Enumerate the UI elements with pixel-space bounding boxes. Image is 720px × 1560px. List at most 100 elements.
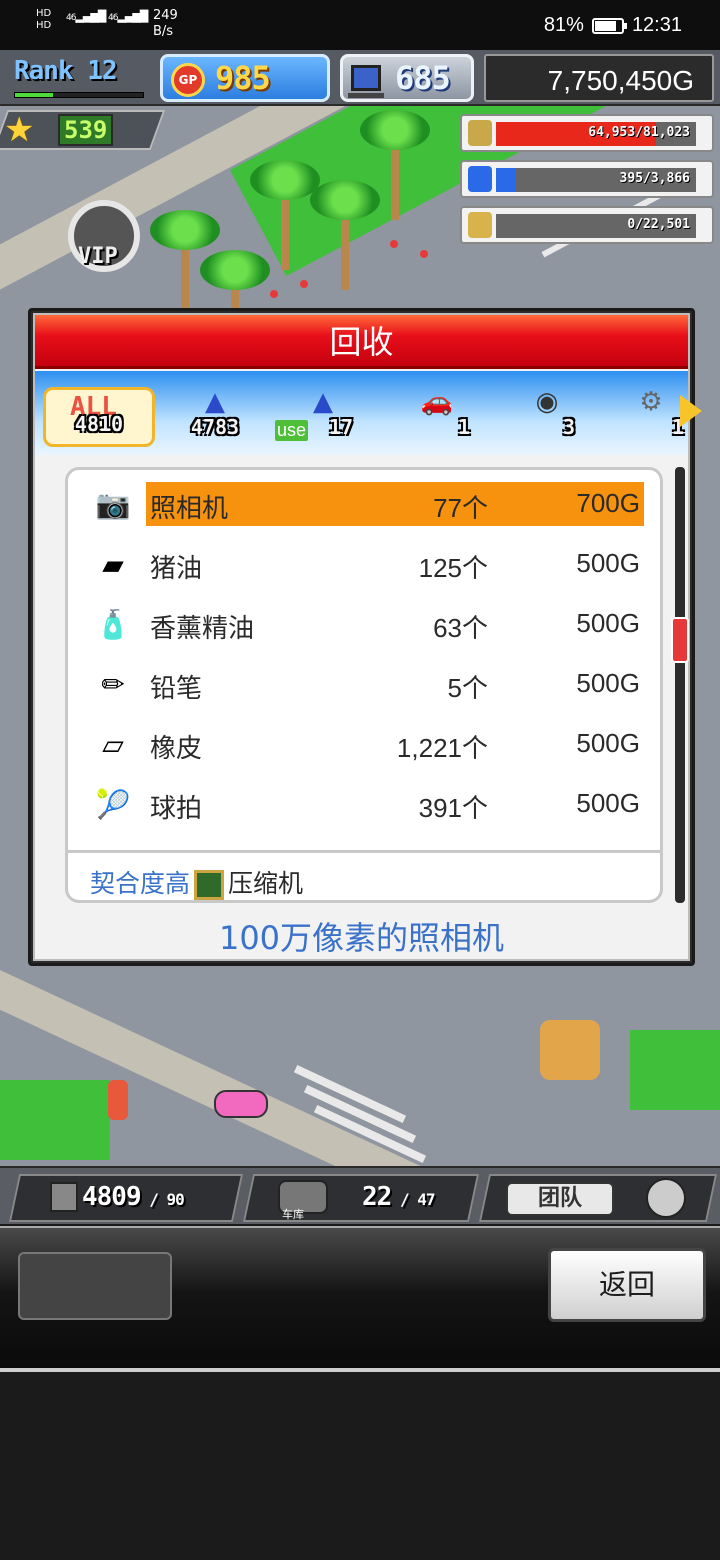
- tab-use-label: use: [275, 420, 309, 441]
- back-button[interactable]: 返回: [548, 1248, 706, 1322]
- fuel-can-icon: [468, 166, 492, 192]
- clock: 12:31: [631, 14, 682, 36]
- item-dome-icon: ▲: [205, 387, 225, 417]
- rank-label: Rank: [14, 56, 74, 86]
- list-item[interactable]: 📷 照相机 77个 700G: [92, 482, 644, 526]
- computer-icon: [348, 65, 384, 98]
- tab-parts[interactable]: ▲ 4783: [159, 387, 271, 447]
- sim1-signal-icon: 46▂▄▆█: [66, 10, 106, 23]
- item-price: 700G: [576, 488, 640, 518]
- battery-icon: [591, 17, 627, 34]
- list-item[interactable]: ✏ 铅笔 5个 500G: [92, 662, 644, 706]
- pencil-icon: ✏: [101, 667, 125, 701]
- item-price: 500G: [576, 728, 640, 758]
- battery-percent: 81%: [543, 14, 584, 36]
- affinity-label: 契合度高: [90, 869, 191, 898]
- team-button[interactable]: 团队: [506, 1182, 614, 1216]
- resource-bar-fuel[interactable]: 395/3,866: [460, 160, 714, 198]
- crowd-icon: [540, 1020, 600, 1080]
- wheat-icon: [468, 212, 492, 238]
- blank-slot: [18, 1252, 172, 1320]
- empty-area: [0, 1372, 720, 1560]
- garage-value: 22: [362, 1182, 392, 1212]
- engine-icon: ⚙: [639, 387, 663, 417]
- rank-display[interactable]: Rank 12: [8, 54, 148, 102]
- tab-cars-count: 1: [457, 415, 471, 439]
- perfume-bottle-icon: 🧴: [95, 607, 131, 641]
- crate-icon: [50, 1182, 78, 1212]
- network-speed-value: 249: [153, 8, 178, 23]
- inventory-max: 90: [166, 1190, 185, 1209]
- item-price: 500G: [576, 788, 640, 818]
- item-description: 100万像素的照相机: [218, 919, 505, 957]
- list-item[interactable]: 🧴 香薰精油 63个 500G: [92, 602, 644, 646]
- item-quantity: 1,221个: [396, 733, 488, 763]
- resource-bar-wheat[interactable]: 0/22,501: [460, 206, 714, 244]
- gp-currency-display[interactable]: GP 985: [160, 54, 330, 102]
- rank-value: 12: [87, 56, 117, 86]
- list-item[interactable]: 🎾 球拍 391个 500G: [92, 782, 644, 826]
- flower-icon: [420, 250, 428, 258]
- grass-patch: [630, 1030, 720, 1110]
- money-display: 7,750,450G: [484, 54, 714, 102]
- list-item[interactable]: ▱ 橡皮 1,221个 500G: [92, 722, 644, 766]
- money-value: 7,750,450G: [547, 65, 694, 96]
- affinity-item: 压缩机: [228, 869, 304, 898]
- category-tabs: ALL 4810 ▲ 4783 ▲ use 17 🚗 1 ◉ 3 ⚙ 1: [35, 371, 702, 455]
- item-quantity: 5个: [447, 673, 488, 703]
- lard-icon: ▰: [102, 547, 124, 581]
- research-points-display[interactable]: 685: [340, 54, 474, 102]
- item-dome-use-icon: ▲: [313, 387, 333, 417]
- tire-icon: ◉: [535, 387, 559, 417]
- tab-usable-count: 17: [328, 415, 354, 439]
- list-item[interactable]: ▰ 猪油 125个 500G: [92, 542, 644, 586]
- gp-coin-icon: GP: [171, 63, 205, 97]
- affinity-info: 契合度高 压缩机: [90, 864, 303, 900]
- pedestrian-icon: [108, 1080, 128, 1120]
- rank-progress-bar: [14, 92, 144, 98]
- star-value: 539: [58, 114, 114, 146]
- top-hud: Rank 12 GP 985 685 7,750,450G: [0, 50, 720, 106]
- tab-cars[interactable]: 🚗 1: [381, 387, 493, 447]
- vip-label: VIP: [78, 244, 118, 269]
- recycle-item-list: 📷 照相机 77个 700G ▰ 猪油 125个 500G 🧴 香薰精油 63个 500G ✏ 铅笔 5个 5…: [65, 467, 663, 903]
- research-points-value: 685: [395, 59, 451, 97]
- garage-label: 车库: [282, 1208, 304, 1221]
- control-bar: 返回: [0, 1226, 720, 1372]
- grass-patch: [0, 1080, 110, 1160]
- item-name: 球拍: [150, 794, 203, 824]
- scrollbar-thumb[interactable]: [671, 617, 689, 663]
- flower-icon: [390, 240, 398, 248]
- list-divider: [68, 850, 660, 853]
- network-speed: 249 B/s: [153, 8, 178, 40]
- team-member-avatar[interactable]: [646, 1178, 686, 1218]
- tab-all-count: 4810: [74, 412, 124, 436]
- flower-icon: [300, 280, 308, 288]
- item-quantity: 391个: [418, 793, 488, 823]
- flower-icon: [270, 290, 278, 298]
- resource-bar-coins[interactable]: 64,953/81,023: [460, 114, 714, 152]
- recycle-dialog: 回收 ALL 4810 ▲ 4783 ▲ use 17 🚗 1 ◉ 3 ⚙ 1 …: [28, 308, 702, 966]
- item-price: 500G: [576, 548, 640, 578]
- palm-tree-icon: [310, 180, 380, 290]
- item-name: 猪油: [150, 554, 203, 584]
- tab-tires[interactable]: ◉ 3: [491, 387, 603, 447]
- system-status-bar: HD HD 46▂▄▆█ 46▂▄▆█ 249 B/s 81% 12:31: [0, 0, 720, 50]
- item-price: 500G: [576, 668, 640, 698]
- tab-usable[interactable]: ▲ use 17: [267, 387, 379, 447]
- inventory-value: 4809: [82, 1182, 142, 1212]
- palm-tree-icon: [360, 110, 430, 220]
- resource-coins-value: 64,953/81,023: [588, 125, 690, 140]
- tabs-next-arrow-icon[interactable]: [680, 395, 702, 427]
- item-name: 香薰精油: [150, 614, 255, 644]
- item-name: 铅笔: [150, 674, 203, 704]
- resource-fuel-value: 395/3,866: [619, 171, 690, 186]
- list-scrollbar[interactable]: [671, 467, 689, 903]
- tab-all[interactable]: ALL 4810: [43, 387, 155, 447]
- garage-max: 47: [417, 1190, 435, 1209]
- camera-icon: 📷: [95, 487, 131, 521]
- sim2-signal-icon: 46▂▄▆█: [108, 10, 148, 23]
- star-icon: ★: [4, 110, 35, 150]
- resource-wheat-value: 0/22,501: [627, 217, 690, 232]
- item-price: 500G: [576, 608, 640, 638]
